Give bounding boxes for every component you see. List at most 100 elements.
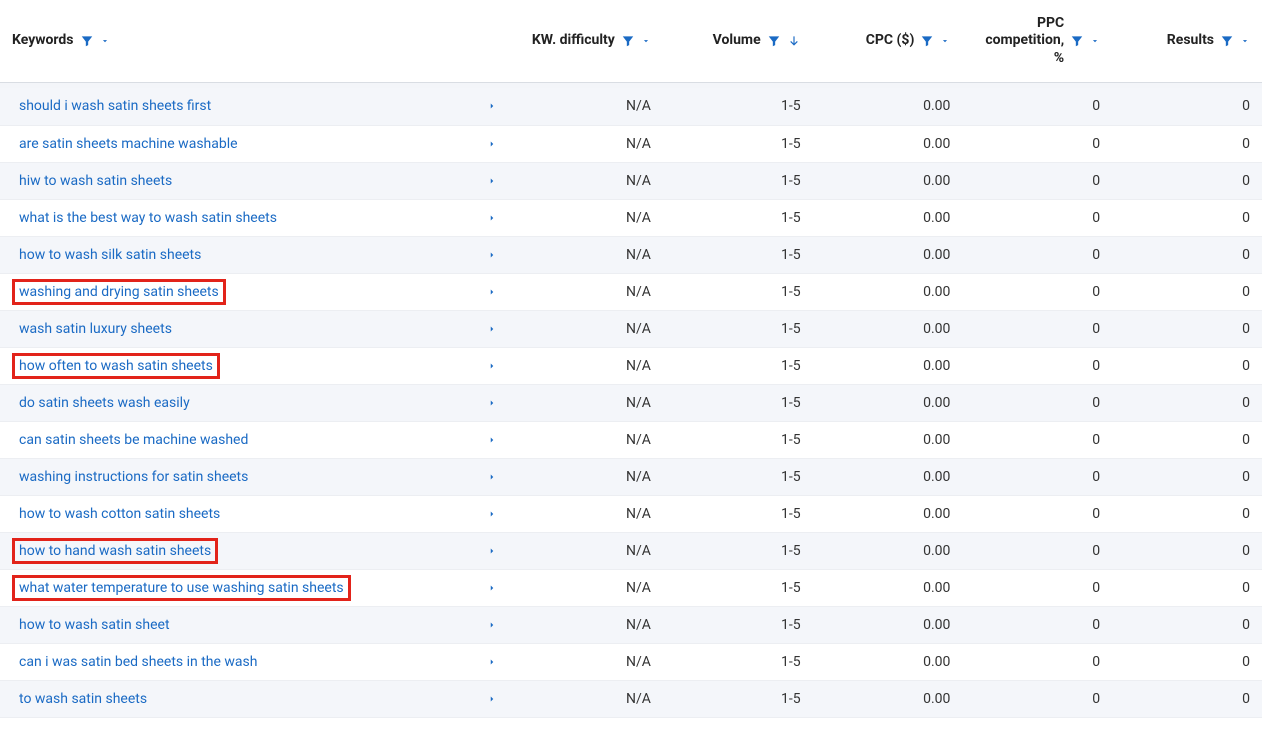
keyword-cell: how to hand wash satin sheets [0,532,513,569]
difficulty-cell: N/A [513,606,663,643]
volume-cell: 1-5 [663,532,813,569]
caret-down-icon[interactable] [100,36,110,46]
expand-row-icon[interactable] [487,250,497,260]
caret-down-icon[interactable] [1240,36,1250,46]
keyword-link[interactable]: washing and drying satin sheets [12,279,226,305]
caret-down-icon[interactable] [641,36,651,46]
keyword-link[interactable]: how to hand wash satin sheets [12,538,218,564]
results-cell: 0 [1112,384,1262,421]
volume-cell: 1-5 [663,273,813,310]
ppc-cell: 0 [962,384,1112,421]
keyword-link[interactable]: hiw to wash satin sheets [12,168,179,194]
expand-row-icon[interactable] [487,287,497,297]
filter-icon[interactable] [621,34,635,48]
expand-row-icon[interactable] [487,472,497,482]
table-row: wash satin luxury sheetsN/A1-50.0000 [0,310,1262,347]
expand-row-icon[interactable] [487,213,497,223]
cpc-cell: 0.00 [813,643,963,680]
keyword-cell: can satin sheets be machine washed [0,421,513,458]
table-row: do satin sheets wash easilyN/A1-50.0000 [0,384,1262,421]
results-cell: 0 [1112,310,1262,347]
results-cell: 0 [1112,569,1262,606]
filter-icon[interactable] [1220,34,1234,48]
table-row: should i wash satin sheets firstN/A1-50.… [0,88,1262,125]
column-header-cpc[interactable]: CPC ($) [813,0,963,82]
results-cell: 0 [1112,458,1262,495]
keyword-link[interactable]: how to wash satin sheet [12,612,177,638]
difficulty-cell: N/A [513,495,663,532]
column-header-results[interactable]: Results [1112,0,1262,82]
results-cell: 0 [1112,532,1262,569]
caret-down-icon[interactable] [1090,36,1100,46]
column-header-volume[interactable]: Volume [663,0,813,82]
table-row: washing instructions for satin sheets N/A… [0,458,1262,495]
filter-icon[interactable] [920,34,934,48]
results-cell: 0 [1112,495,1262,532]
difficulty-cell: N/A [513,421,663,458]
results-cell: 0 [1112,643,1262,680]
difficulty-cell: N/A [513,88,663,125]
expand-row-icon[interactable] [487,694,497,704]
column-header-keywords[interactable]: Keywords [0,0,513,82]
ppc-cell: 0 [962,421,1112,458]
cpc-cell: 0.00 [813,680,963,717]
expand-row-icon[interactable] [487,176,497,186]
table-row: how to hand wash satin sheetsN/A1-50.000… [0,532,1262,569]
cpc-cell: 0.00 [813,125,963,162]
column-header-difficulty[interactable]: KW. difficulty [513,0,663,82]
keyword-link[interactable]: to wash satin sheets [12,686,154,712]
filter-icon[interactable] [80,34,94,48]
filter-icon[interactable] [767,34,781,48]
keyword-cell: how to wash cotton satin sheets [0,495,513,532]
column-label: Keywords [12,32,74,50]
filter-icon[interactable] [1070,34,1084,48]
volume-cell: 1-5 [663,162,813,199]
expand-row-icon[interactable] [487,139,497,149]
keyword-link[interactable]: what is the best way to wash satin sheet… [12,205,284,231]
cpc-cell: 0.00 [813,421,963,458]
column-header-ppc[interactable]: PPC competition, % [962,0,1112,82]
expand-row-icon[interactable] [487,657,497,667]
ppc-cell: 0 [962,643,1112,680]
expand-row-icon[interactable] [487,546,497,556]
table-row: how to wash cotton satin sheetsN/A1-50.0… [0,495,1262,532]
ppc-cell: 0 [962,273,1112,310]
volume-cell: 1-5 [663,680,813,717]
keyword-link[interactable]: should i wash satin sheets first [12,93,218,119]
keyword-cell: how often to wash satin sheets [0,347,513,384]
expand-row-icon[interactable] [487,435,497,445]
keyword-cell: washing instructions for satin sheets [0,458,513,495]
results-cell: 0 [1112,347,1262,384]
keyword-link[interactable]: how to wash cotton satin sheets [12,501,227,527]
expand-row-icon[interactable] [487,583,497,593]
ppc-cell: 0 [962,606,1112,643]
keyword-link[interactable]: how often to wash satin sheets [12,353,220,379]
expand-row-icon[interactable] [487,361,497,371]
keyword-link[interactable]: are satin sheets machine washable [12,131,245,157]
difficulty-cell: N/A [513,458,663,495]
ppc-cell: 0 [962,532,1112,569]
caret-down-icon[interactable] [940,36,950,46]
expand-row-icon[interactable] [487,324,497,334]
cpc-cell: 0.00 [813,199,963,236]
keyword-link[interactable]: do satin sheets wash easily [12,390,197,416]
keyword-link[interactable]: can satin sheets be machine washed [12,427,255,453]
expand-row-icon[interactable] [487,620,497,630]
difficulty-cell: N/A [513,384,663,421]
cpc-cell: 0.00 [813,236,963,273]
cpc-cell: 0.00 [813,310,963,347]
sort-desc-icon[interactable] [787,34,801,48]
difficulty-cell: N/A [513,569,663,606]
volume-cell: 1-5 [663,88,813,125]
keyword-link[interactable]: wash satin luxury sheets [12,316,179,342]
expand-row-icon[interactable] [487,398,497,408]
volume-cell: 1-5 [663,421,813,458]
ppc-cell: 0 [962,125,1112,162]
volume-cell: 1-5 [663,199,813,236]
expand-row-icon[interactable] [487,509,497,519]
keyword-link[interactable]: can i was satin bed sheets in the wash [12,649,264,675]
keyword-link[interactable]: washing instructions for satin sheets [12,464,255,490]
expand-row-icon[interactable] [487,101,497,111]
keyword-link[interactable]: what water temperature to use washing sa… [12,575,351,601]
keyword-link[interactable]: how to wash silk satin sheets [12,242,208,268]
